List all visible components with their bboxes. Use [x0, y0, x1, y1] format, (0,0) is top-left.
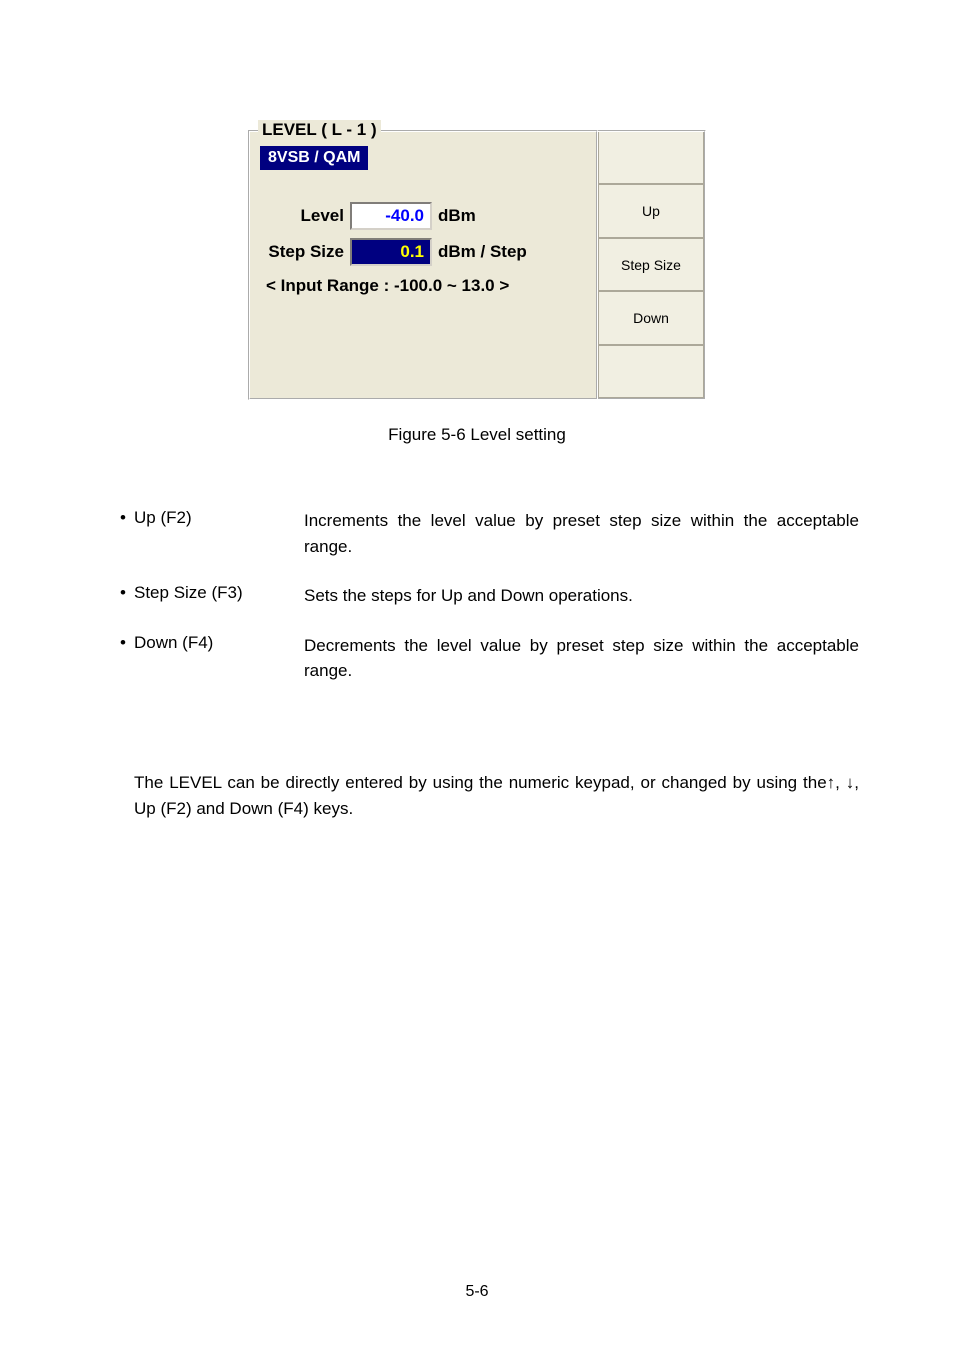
level-rows: Level -40.0 dBm Step Size 0.1 dBm / Step	[260, 202, 586, 266]
bullet-marker: •	[120, 508, 134, 559]
level-input[interactable]: -40.0	[350, 202, 432, 230]
step-size-button[interactable]: Step Size	[598, 238, 704, 291]
soft-button-f1[interactable]	[598, 132, 704, 184]
bullet-term: Step Size (F3)	[134, 583, 304, 609]
bullet-marker: •	[120, 633, 134, 684]
bullet-step: • Step Size (F3) Sets the steps for Up a…	[120, 583, 859, 609]
bullet-desc: Sets the steps for Up and Down operation…	[304, 583, 859, 609]
figure-caption: Figure 5-6 Level setting	[0, 425, 954, 445]
bullet-desc: Increments the level value by preset ste…	[304, 508, 859, 559]
bullet-term: Up (F2)	[134, 508, 304, 559]
level-panel-screenshot: LEVEL ( L - 1 ) 8VSB / QAM Level -40.0 d…	[248, 130, 706, 400]
bullet-up: • Up (F2) Increments the level value by …	[120, 508, 859, 559]
step-label: Step Size	[260, 242, 350, 262]
mode-label: 8VSB / QAM	[260, 146, 368, 170]
panel-title: LEVEL ( L - 1 )	[258, 120, 381, 140]
level-unit: dBm	[432, 206, 476, 226]
note-text: The LEVEL can be directly entered by usi…	[134, 770, 859, 821]
bullet-down: • Down (F4) Decrements the level value b…	[120, 633, 859, 684]
step-row: Step Size 0.1 dBm / Step	[260, 238, 586, 266]
page-number: 5-6	[0, 1283, 954, 1301]
level-panel: LEVEL ( L - 1 ) 8VSB / QAM Level -40.0 d…	[248, 130, 598, 400]
soft-button-column: Up Step Size Down	[598, 130, 706, 400]
up-button[interactable]: Up	[598, 184, 704, 237]
level-row: Level -40.0 dBm	[260, 202, 586, 230]
down-button[interactable]: Down	[598, 291, 704, 344]
soft-button-f5[interactable]	[598, 345, 704, 398]
bullet-term: Down (F4)	[134, 633, 304, 684]
bullet-desc: Decrements the level value by preset ste…	[304, 633, 859, 684]
step-input[interactable]: 0.1	[350, 238, 432, 266]
bullet-list: • Up (F2) Increments the level value by …	[120, 508, 859, 708]
bullet-marker: •	[120, 583, 134, 609]
input-range-text: < Input Range : -100.0 ~ 13.0 >	[266, 276, 586, 296]
level-label: Level	[260, 206, 350, 226]
step-unit: dBm / Step	[432, 242, 527, 262]
